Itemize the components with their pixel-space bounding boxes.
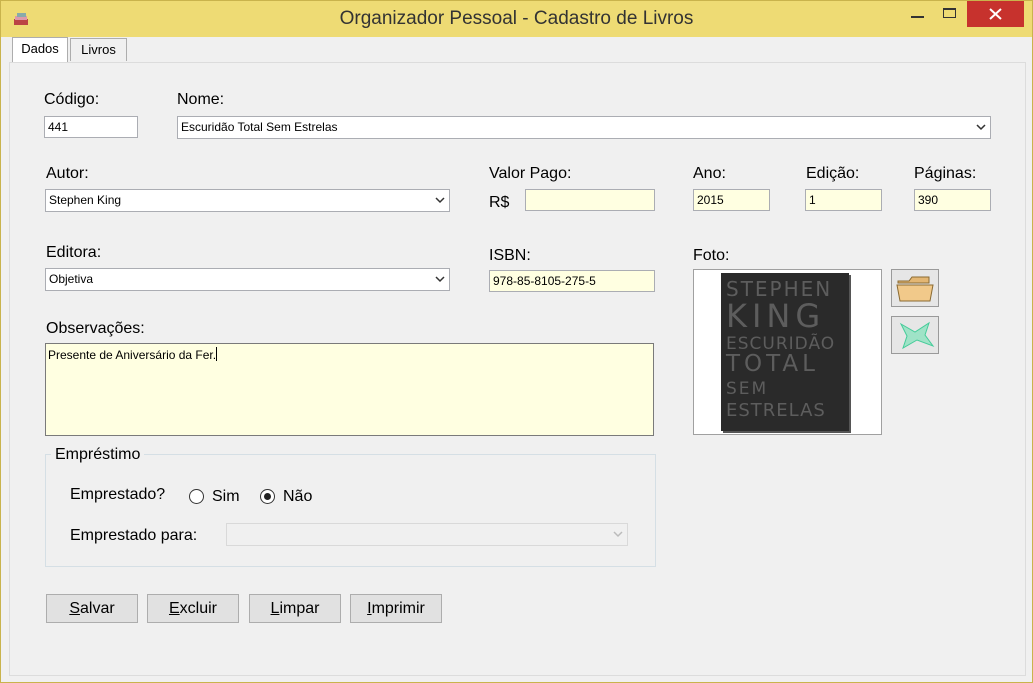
imprimir-label: mprimir bbox=[371, 600, 425, 617]
observacoes-textarea[interactable]: Presente de Aniversário da Fer. bbox=[45, 343, 654, 436]
chevron-down-icon[interactable] bbox=[976, 123, 986, 131]
open-photo-button[interactable] bbox=[891, 269, 939, 307]
editora-value: Objetiva bbox=[49, 272, 94, 286]
radio-sim[interactable] bbox=[189, 489, 204, 504]
tab-livros[interactable]: Livros bbox=[70, 38, 127, 61]
editora-combobox[interactable]: Objetiva bbox=[45, 268, 450, 291]
isbn-field[interactable]: 978-85-8105-275-5 bbox=[489, 270, 655, 292]
limpar-label: impar bbox=[279, 600, 320, 617]
observacoes-value: Presente de Aniversário da Fer. bbox=[48, 348, 217, 362]
codigo-label: Código: bbox=[44, 91, 100, 108]
autor-value: Stephen King bbox=[49, 193, 122, 207]
ano-label: Ano: bbox=[693, 165, 726, 182]
photo-frame[interactable]: STEPHEN KING ESCURIDÃO TOTAL SEM ESTRELA… bbox=[693, 269, 882, 435]
codigo-field[interactable]: 441 bbox=[44, 116, 138, 138]
excluir-button[interactable]: Excluir bbox=[147, 594, 239, 623]
cover-line: KING bbox=[726, 297, 826, 335]
cover-line: TOTAL bbox=[726, 351, 819, 377]
cover-line: ESTRELAS bbox=[726, 400, 826, 421]
edicao-label: Edição: bbox=[806, 165, 860, 182]
chevron-down-icon[interactable] bbox=[613, 530, 623, 538]
close-button[interactable] bbox=[967, 1, 1024, 27]
remove-photo-button[interactable] bbox=[891, 316, 939, 354]
radio-selected-dot bbox=[264, 493, 271, 500]
text-caret bbox=[216, 347, 218, 361]
tab-dados[interactable]: Dados bbox=[12, 37, 68, 62]
app-window: Organizador Pessoal - Cadastro de Livros… bbox=[0, 0, 1033, 683]
foto-label: Foto: bbox=[693, 247, 730, 264]
salvar-mnemonic: S bbox=[69, 600, 80, 617]
excluir-label: xcluir bbox=[179, 600, 217, 617]
cover-line: SEM bbox=[726, 379, 769, 399]
ano-field[interactable]: 2015 bbox=[693, 189, 770, 211]
emprestado-para-label: Emprestado para: bbox=[70, 527, 198, 544]
imprimir-button[interactable]: Imprimir bbox=[350, 594, 442, 623]
maximize-icon bbox=[943, 8, 956, 18]
delete-icon bbox=[899, 321, 935, 350]
nome-label: Nome: bbox=[177, 91, 225, 108]
observacoes-label: Observações: bbox=[46, 320, 145, 337]
nome-combobox[interactable]: Escuridão Total Sem Estrelas bbox=[177, 116, 991, 139]
radio-sim-label[interactable]: Sim bbox=[212, 488, 240, 506]
emprestado-label: Emprestado? bbox=[70, 486, 166, 503]
minimize-icon bbox=[911, 16, 924, 18]
emprestimo-group bbox=[45, 454, 656, 567]
currency-prefix: R$ bbox=[489, 194, 510, 211]
autor-combobox[interactable]: Stephen King bbox=[45, 189, 450, 212]
window-title: Organizador Pessoal - Cadastro de Livros bbox=[339, 8, 694, 29]
valor-pago-label: Valor Pago: bbox=[489, 165, 572, 182]
emprestimo-title: Empréstimo bbox=[51, 446, 145, 464]
limpar-button[interactable]: Limpar bbox=[249, 594, 341, 623]
close-icon bbox=[989, 8, 1002, 20]
excluir-mnemonic: E bbox=[168, 600, 180, 617]
book-cover-image: STEPHEN KING ESCURIDÃO TOTAL SEM ESTRELA… bbox=[721, 273, 849, 431]
paginas-label: Páginas: bbox=[914, 165, 977, 182]
valor-pago-field[interactable] bbox=[525, 189, 655, 211]
edicao-field[interactable]: 1 bbox=[805, 189, 882, 211]
paginas-field[interactable]: 390 bbox=[914, 189, 991, 211]
salvar-label: alvar bbox=[79, 600, 115, 617]
autor-label: Autor: bbox=[46, 165, 89, 182]
emprestado-para-combobox[interactable] bbox=[226, 523, 628, 546]
title-bar[interactable]: Organizador Pessoal - Cadastro de Livros bbox=[1, 1, 1032, 37]
dados-panel: Código: 441 Nome: Escuridão Total Sem Es… bbox=[9, 62, 1026, 676]
maximize-button[interactable] bbox=[931, 1, 969, 27]
salvar-button[interactable]: Salvar bbox=[46, 594, 138, 623]
chevron-down-icon[interactable] bbox=[435, 275, 445, 283]
isbn-label: ISBN: bbox=[489, 247, 531, 264]
folder-icon bbox=[896, 276, 934, 302]
chevron-down-icon[interactable] bbox=[435, 196, 445, 204]
nome-value: Escuridão Total Sem Estrelas bbox=[181, 120, 338, 134]
radio-nao-label[interactable]: Não bbox=[283, 488, 312, 506]
editora-label: Editora: bbox=[46, 244, 102, 261]
radio-nao[interactable] bbox=[260, 489, 275, 504]
